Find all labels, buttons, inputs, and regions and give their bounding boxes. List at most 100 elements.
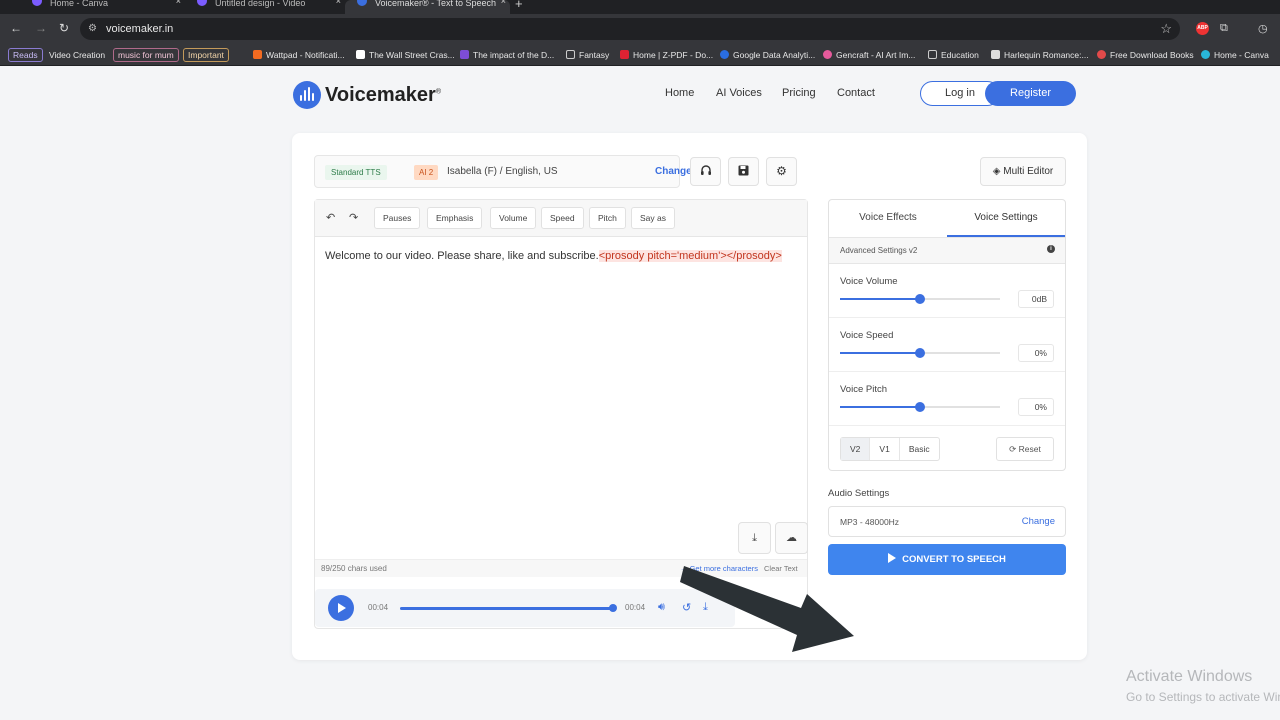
slider-knob[interactable] (915, 402, 925, 412)
bookmark-music-for-mum[interactable]: music for mum (113, 48, 179, 62)
voice-selector[interactable]: Standard TTS AI 2 Isabella (F) / English… (314, 155, 692, 188)
bookmark-fantasy[interactable]: Fantasy (566, 48, 609, 62)
reload-icon[interactable]: ↻ (59, 21, 69, 35)
audio-format-selector[interactable]: MP3 - 48000Hz Change (828, 506, 1066, 537)
editor-textarea[interactable]: Welcome to our video. Please share, like… (325, 250, 782, 262)
adblock-extension-icon[interactable]: ABP (1196, 22, 1209, 35)
bookmark-star-icon[interactable]: ☆ (1160, 21, 1172, 37)
info-icon[interactable]: i (1047, 245, 1055, 253)
slider-knob[interactable] (915, 348, 925, 358)
back-arrow-icon[interactable]: ← (10, 21, 22, 35)
bookmark-reads[interactable]: Reads (8, 48, 43, 62)
say-as-button[interactable]: Say as (631, 207, 675, 229)
version-v1[interactable]: V1 (870, 438, 900, 460)
forward-arrow-icon[interactable]: → (35, 21, 47, 35)
settings-button[interactable]: ⚙ (766, 157, 797, 186)
change-voice-link[interactable]: Change (655, 166, 692, 177)
bookmark-free-books[interactable]: Free Download Books (1097, 48, 1194, 62)
reset-label: Reset (1018, 444, 1041, 454)
volume-button[interactable]: Volume (490, 207, 537, 229)
redo-icon[interactable]: ↷ (349, 211, 358, 224)
close-tab-icon[interactable]: × (176, 0, 181, 6)
speed-button[interactable]: Speed (541, 207, 584, 229)
new-tab-icon[interactable]: + (515, 0, 523, 11)
close-tab-icon[interactable]: × (501, 0, 506, 6)
reset-button[interactable]: ⟳ Reset (996, 437, 1054, 461)
cloud-upload-button[interactable]: ☁ (775, 522, 808, 554)
version-basic[interactable]: Basic (900, 438, 939, 460)
voice-pitch-row: Voice Pitch 0% (829, 372, 1065, 426)
version-v2[interactable]: V2 (841, 438, 871, 460)
ai-badge: AI 2 (414, 165, 439, 180)
voice-pitch-slider[interactable] (840, 402, 1000, 412)
nav-ai-voices[interactable]: AI Voices (716, 87, 762, 99)
pauses-button[interactable]: Pauses (374, 207, 421, 229)
nav-home[interactable]: Home (665, 87, 694, 99)
address-bar[interactable]: ⚙ voicemaker.in ☆ (80, 18, 1180, 40)
bookmark-zpdf[interactable]: Home | Z-PDF - Do... (620, 48, 713, 62)
canva-favicon-icon (1201, 50, 1210, 59)
convert-to-speech-button[interactable]: CONVERT TO SPEECH (828, 544, 1066, 575)
bookmark-video-creation[interactable]: Video Creation (49, 48, 105, 62)
ssml-prosody-tag: <prosody pitch='medium'></prosody> (598, 250, 782, 262)
browser-tab-title: Untitled design - Video (215, 0, 306, 8)
bookmark-impact[interactable]: The impact of the D... (460, 48, 554, 62)
voice-name: Isabella (F) / English, US (447, 166, 558, 177)
voice-speed-value[interactable]: 0% (1018, 344, 1054, 362)
browser-menu-icon[interactable]: ◷ (1258, 22, 1268, 35)
extensions-puzzle-icon[interactable]: ⧉ (1220, 22, 1228, 35)
bookmark-gencraft[interactable]: Gencraft - AI Art Im... (823, 48, 915, 62)
layers-icon: ◈ (992, 166, 1001, 177)
emphasis-button[interactable]: Emphasis (427, 207, 483, 229)
wattpad-icon (253, 50, 262, 59)
tab-voice-effects[interactable]: Voice Effects (829, 200, 947, 237)
browser-tab-untitled-design[interactable]: Untitled design - Video × (185, 0, 345, 14)
playback-progress[interactable] (400, 604, 617, 612)
slider-knob[interactable] (915, 294, 925, 304)
slider-fill (840, 298, 920, 300)
slider-fill (840, 352, 920, 354)
play-button[interactable] (328, 595, 354, 621)
slider-fill (840, 406, 920, 408)
voice-volume-value[interactable]: 0dB (1018, 290, 1054, 308)
save-button[interactable] (728, 157, 759, 186)
change-audio-link[interactable]: Change (1022, 516, 1055, 527)
bookmark-label: Free Download Books (1110, 50, 1194, 60)
voice-speed-row: Voice Speed 0% (829, 318, 1065, 372)
bookmark-wall-street[interactable]: The Wall Street Cras... (356, 48, 455, 62)
volume-speaker-icon[interactable]: 🔊︎ (658, 601, 665, 614)
bookmark-wattpad[interactable]: Wattpad - Notificati... (253, 48, 345, 62)
multi-editor-label: Multi Editor (1003, 166, 1054, 177)
preview-headphones-button[interactable] (690, 157, 721, 186)
browser-tab-canva-home[interactable]: Home - Canva × (20, 0, 185, 14)
voice-speed-label: Voice Speed (840, 330, 894, 341)
register-button[interactable]: Register (985, 81, 1076, 106)
browser-tab-voicemaker[interactable]: Voicemaker® - Text to Speech × (345, 0, 510, 14)
refresh-icon: ⟳ (1009, 444, 1017, 454)
browser-tab-title: Voicemaker® - Text to Speech (375, 0, 497, 8)
audio-settings-label: Audio Settings (828, 488, 890, 499)
site-settings-icon[interactable]: ⚙ (88, 23, 97, 34)
undo-icon[interactable]: ↶ (326, 211, 335, 224)
pitch-button[interactable]: Pitch (589, 207, 626, 229)
tab-voice-settings[interactable]: Voice Settings (947, 200, 1065, 237)
bookmark-education[interactable]: Education (928, 48, 979, 62)
bookmark-canva[interactable]: Home - Canva (1201, 48, 1269, 62)
nav-pricing[interactable]: Pricing (782, 87, 816, 99)
voice-speed-slider[interactable] (840, 348, 1000, 358)
nav-contact[interactable]: Contact (837, 87, 875, 99)
bookmarks-bar: Reads Video Creation music for mum Impor… (0, 44, 1280, 66)
bookmark-label: Harlequin Romance:... (1004, 50, 1089, 60)
playback-progress-knob[interactable] (609, 604, 617, 612)
voice-volume-slider[interactable] (840, 294, 1000, 304)
multi-editor-button[interactable]: ◈ Multi Editor (980, 157, 1066, 186)
close-tab-icon[interactable]: × (336, 0, 341, 6)
bookmark-important[interactable]: Important (183, 48, 229, 62)
download-audio-button[interactable]: ⤓ (738, 522, 771, 554)
bookmark-google-data[interactable]: Google Data Analyti... (720, 48, 815, 62)
bookmark-harlequin[interactable]: Harlequin Romance:... (991, 48, 1089, 62)
harlequin-icon (991, 50, 1000, 59)
activate-windows-subtitle: Go to Settings to activate Windows. (1126, 690, 1280, 704)
voice-pitch-value[interactable]: 0% (1018, 398, 1054, 416)
gear-icon: ⚙ (776, 164, 787, 178)
